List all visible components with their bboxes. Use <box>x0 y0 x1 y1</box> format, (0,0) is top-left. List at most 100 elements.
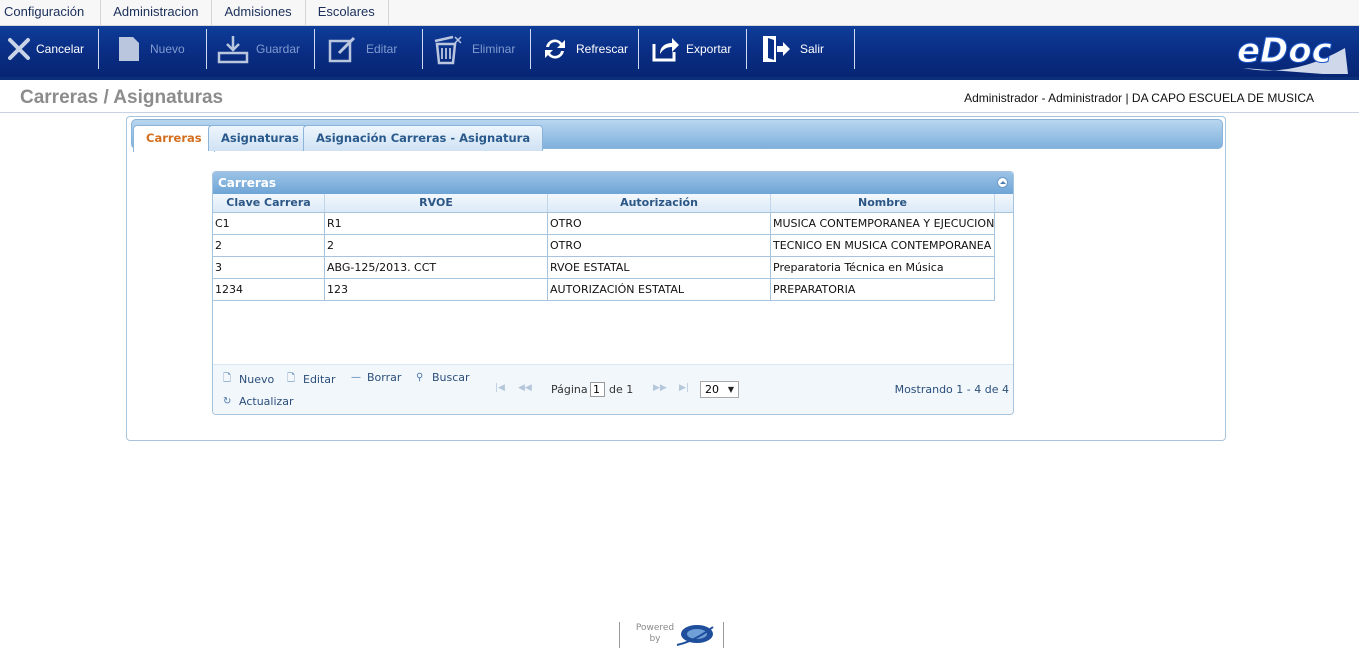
trash-icon <box>430 32 464 66</box>
page-title: Carreras / Asignaturas <box>20 87 224 108</box>
cell-clave: C1 <box>213 213 325 234</box>
powered-label: Powered <box>635 623 675 633</box>
cell-nombre: MUSICA CONTEMPORANEA Y EJECUCION <box>771 213 995 234</box>
tab-bar: Carreras Asignaturas Asignación Carreras… <box>131 119 1223 152</box>
cell-nombre: Preparatoria Técnica en Música <box>771 257 995 278</box>
prev-page-icon[interactable]: ◀◀ <box>518 383 532 393</box>
menu-admisiones[interactable]: Admisiones <box>212 0 306 25</box>
edit-button[interactable]: Editar <box>326 26 397 72</box>
edit-label: Editar <box>366 42 398 56</box>
close-icon <box>2 32 36 66</box>
refresh-button[interactable]: Refrescar <box>538 26 628 72</box>
delete-label: Eliminar <box>472 42 516 56</box>
grid-title: Carreras <box>218 176 277 190</box>
header-divider <box>0 112 1359 113</box>
refresh-label: Refrescar <box>576 42 629 56</box>
grid-pager: 🗋 Nuevo 🗋 Editar — Borrar ⚲ Buscar ↻ Actualiz… <box>213 364 1013 414</box>
download-tray-icon <box>216 32 250 66</box>
cell-clave: 3 <box>213 257 325 278</box>
table-row[interactable]: 1234 123 AUTORIZACIÓN ESTATAL PREPARATOR… <box>213 279 995 301</box>
new-button[interactable]: Nuevo <box>112 26 185 72</box>
column-header-nombre[interactable]: Nombre <box>771 194 995 212</box>
pager-refresh-button[interactable]: ↻ Actualizar <box>223 395 294 408</box>
pager-search-button[interactable]: ⚲ Buscar <box>416 371 470 384</box>
save-label: Guardar <box>256 42 301 56</box>
next-page-icon[interactable]: ▶▶ <box>653 383 667 393</box>
collapse-icon[interactable] <box>997 177 1008 188</box>
table-row[interactable]: C1 R1 OTRO MUSICA CONTEMPORANEA Y EJECUC… <box>213 213 995 235</box>
pager-new-button[interactable]: 🗋 Nuevo <box>223 371 274 388</box>
cell-rvoe: 123 <box>325 279 548 300</box>
toolbar-divider <box>314 29 315 69</box>
pager-delete-button[interactable]: — Borrar <box>351 371 401 384</box>
menu-configuracion[interactable]: Configuración <box>0 0 102 25</box>
cancel-button[interactable]: Cancelar <box>2 26 84 72</box>
user-info: Administrador - Administrador | DA CAPO … <box>964 91 1314 105</box>
export-label: Exportar <box>686 42 732 56</box>
cancel-label: Cancelar <box>36 42 85 56</box>
carreras-grid: Carreras Clave Carrera RVOE Autorización… <box>212 171 1014 415</box>
pager-search-label: Buscar <box>432 371 470 384</box>
table-row[interactable]: 3 ABG-125/2013. CCT RVOE ESTATAL Prepara… <box>213 257 995 279</box>
exit-button[interactable]: Salir <box>758 26 824 72</box>
search-icon: ⚲ <box>416 372 424 383</box>
pager-delete-label: Borrar <box>367 371 402 384</box>
grid-header: Clave Carrera RVOE Autorización Nombre <box>213 194 1013 213</box>
page-number-input[interactable]: 1 <box>590 382 605 397</box>
exit-label: Salir <box>800 42 825 56</box>
export-button[interactable]: Exportar <box>648 26 731 72</box>
edit-document-icon: 🗋 <box>287 373 296 384</box>
column-header-autorizacion[interactable]: Autorización <box>548 194 771 212</box>
powered-by-footer: Powered by <box>619 622 724 648</box>
table-row[interactable]: 2 2 OTRO TECNICO EN MUSICA CONTEMPORANEA… <box>213 235 995 257</box>
cell-rvoe: R1 <box>325 213 548 234</box>
export-icon <box>648 32 682 66</box>
column-header-clave-carrera[interactable]: Clave Carrera <box>213 194 325 212</box>
menu-administracion[interactable]: Administracion <box>101 0 213 25</box>
toolbar-divider <box>530 29 531 69</box>
tab-asignacion-carreras-asignatura[interactable]: Asignación Carreras - Asignatura <box>303 125 544 151</box>
delete-button[interactable]: Eliminar <box>430 26 515 72</box>
pager-new-label: Nuevo <box>239 373 275 386</box>
cell-autorizacion: AUTORIZACIÓN ESTATAL <box>548 279 771 300</box>
rows-per-page-select[interactable]: 20 <box>700 381 739 398</box>
toolbar-divider <box>422 29 423 69</box>
first-page-icon[interactable]: |◀ <box>495 383 505 393</box>
toolbar: Cancelar Nuevo Guardar Editar Eliminar R… <box>0 26 1359 80</box>
cell-autorizacion: OTRO <box>548 235 771 256</box>
page-total-label: de 1 <box>609 383 634 396</box>
minus-icon: — <box>351 372 361 383</box>
grid-body: C1 R1 OTRO MUSICA CONTEMPORANEA Y EJECUC… <box>213 213 1013 361</box>
page-label: Página <box>551 383 588 396</box>
pager-refresh-label: Actualizar <box>239 395 294 408</box>
cell-autorizacion: OTRO <box>548 213 771 234</box>
toolbar-divider <box>98 29 99 69</box>
edit-icon <box>326 32 360 66</box>
cell-rvoe: ABG-125/2013. CCT <box>325 257 548 278</box>
records-info: Mostrando 1 - 4 de 4 <box>894 383 1009 396</box>
cell-nombre: PREPARATORIA <box>771 279 995 300</box>
exit-door-icon <box>758 32 792 66</box>
tab-asignaturas[interactable]: Asignaturas <box>208 125 312 151</box>
menu-bar: Configuración Administracion Admisiones … <box>0 0 1359 26</box>
toolbar-divider <box>746 29 747 69</box>
new-label: Nuevo <box>150 42 185 56</box>
menu-escolares[interactable]: Escolares <box>306 0 389 25</box>
refresh-icon: ↻ <box>223 396 232 407</box>
refresh-icon <box>538 32 572 66</box>
svg-text:eDoc: eDoc <box>1237 31 1332 71</box>
grid-caption: Carreras <box>213 172 1013 194</box>
toolbar-divider <box>854 29 855 69</box>
tab-carreras[interactable]: Carreras <box>133 125 215 152</box>
last-page-icon[interactable]: ▶| <box>679 383 689 393</box>
toolbar-divider <box>638 29 639 69</box>
column-header-rvoe[interactable]: RVOE <box>325 194 548 212</box>
cell-nombre: TECNICO EN MUSICA CONTEMPORANEA Y <box>771 235 995 256</box>
toolbar-divider <box>206 29 207 69</box>
edoc-logo: eDoc <box>1233 28 1353 76</box>
pager-edit-button[interactable]: 🗋 Editar <box>287 371 336 388</box>
cell-clave: 2 <box>213 235 325 256</box>
column-header-scroll <box>995 194 1013 212</box>
powered-by-text: Powered by <box>635 623 675 645</box>
save-button[interactable]: Guardar <box>216 26 300 72</box>
